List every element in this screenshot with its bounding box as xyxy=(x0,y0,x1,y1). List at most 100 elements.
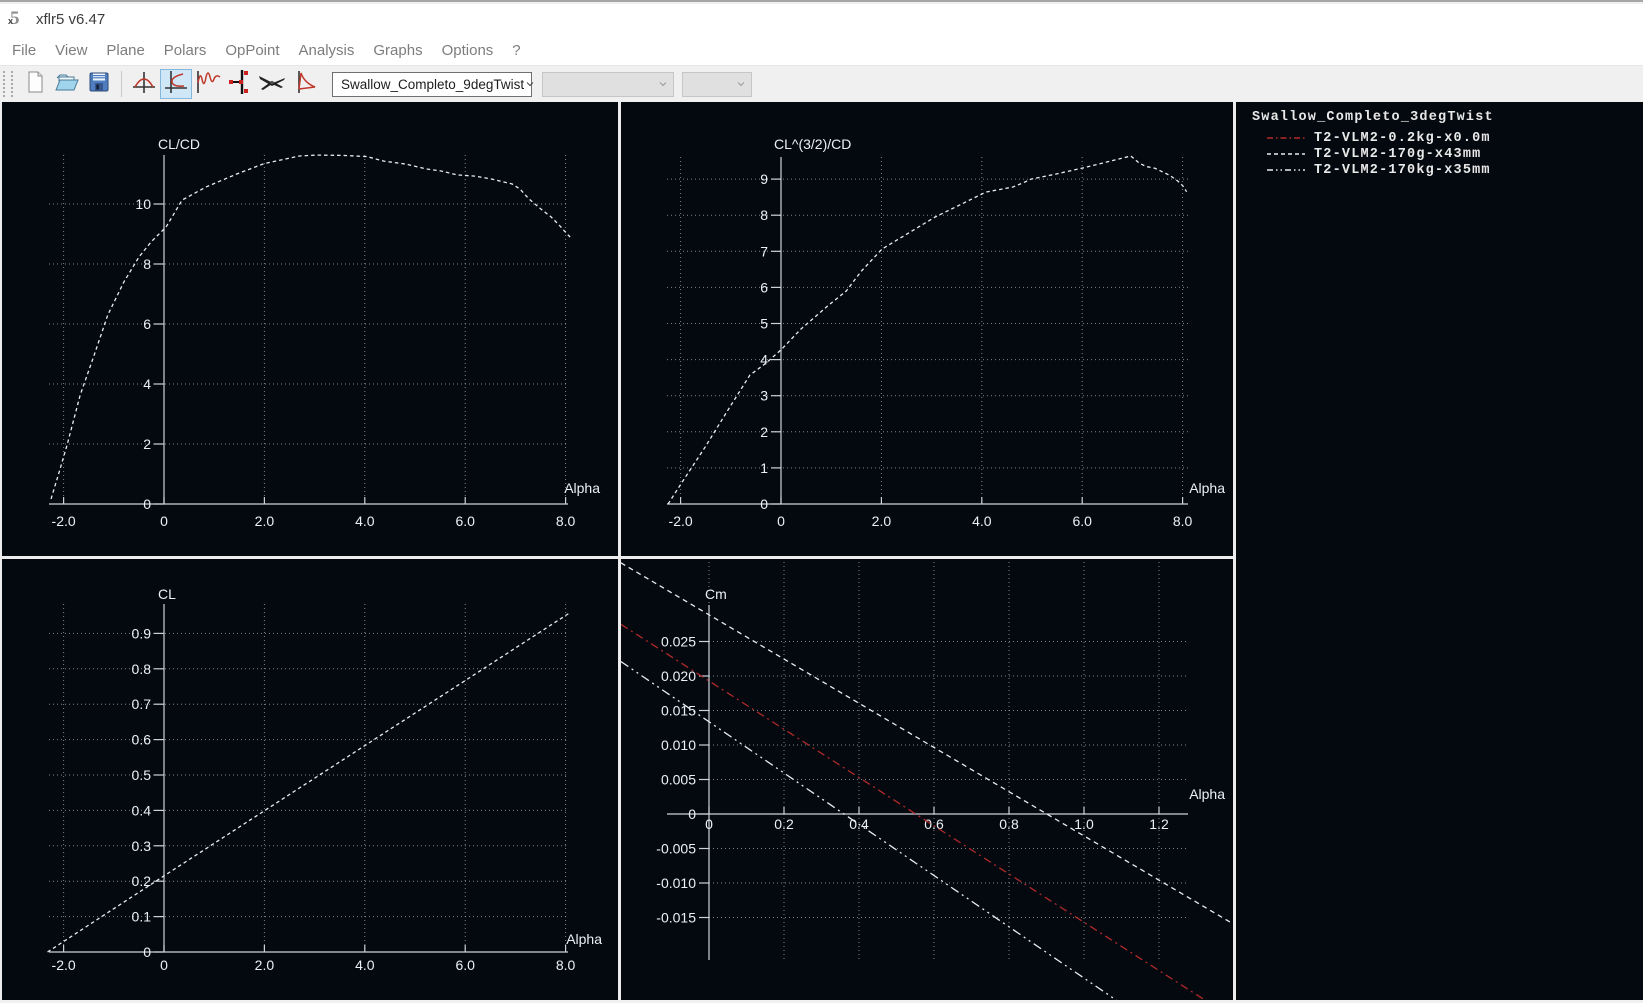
svg-text:-0.005: -0.005 xyxy=(656,841,696,857)
svg-text:-2.0: -2.0 xyxy=(669,513,693,529)
svg-text:Alpha: Alpha xyxy=(1189,480,1225,496)
toolbar: Swallow_Completo_9degTwist xyxy=(0,65,1643,102)
cl-vs-alpha-graph[interactable]: -2.002.04.06.08.000.10.20.30.40.50.60.70… xyxy=(2,559,618,1002)
svg-text:-2.0: -2.0 xyxy=(52,957,76,973)
window-title: xflr5 v6.47 xyxy=(36,11,105,28)
svg-text:6: 6 xyxy=(760,279,768,295)
menu-file[interactable]: File xyxy=(12,42,36,59)
legend-entry-label: T2-VLM2-170g-x43mm xyxy=(1314,147,1481,162)
chevron-down-icon xyxy=(735,78,747,90)
new-file-button[interactable] xyxy=(19,69,51,99)
clcd-vs-alpha-graph[interactable]: -2.002.04.06.08.00246810CL/CDAlpha xyxy=(2,102,618,556)
menu-analysis[interactable]: Analysis xyxy=(299,42,355,59)
pressure-button[interactable] xyxy=(288,69,320,99)
polar-graphs-area: -2.002.04.06.08.00246810CL/CDAlpha -2.00… xyxy=(0,102,1643,1002)
svg-text:0.8: 0.8 xyxy=(999,816,1019,832)
svg-text:8.0: 8.0 xyxy=(556,957,576,973)
menu-help[interactable]: ? xyxy=(512,42,520,59)
svg-text:0.010: 0.010 xyxy=(661,737,696,753)
svg-text:Alpha: Alpha xyxy=(564,480,600,496)
svg-text:0: 0 xyxy=(760,496,768,512)
open-button[interactable] xyxy=(51,69,83,99)
menu-polars[interactable]: Polars xyxy=(164,42,207,59)
menu-oppoint[interactable]: OpPoint xyxy=(225,42,279,59)
svg-text:0.2: 0.2 xyxy=(774,816,794,832)
plane-select[interactable]: Swallow_Completo_9degTwist xyxy=(332,72,532,97)
svg-text:0: 0 xyxy=(160,957,168,973)
svg-text:0.9: 0.9 xyxy=(132,625,152,641)
svg-text:-0.010: -0.010 xyxy=(656,875,696,891)
svg-text:4.0: 4.0 xyxy=(355,957,375,973)
menu-graphs[interactable]: Graphs xyxy=(373,42,422,59)
svg-text:2.0: 2.0 xyxy=(872,513,892,529)
svg-text:-2.0: -2.0 xyxy=(52,513,76,529)
svg-text:1: 1 xyxy=(760,460,768,476)
svg-text:6: 6 xyxy=(143,316,151,332)
svg-text:0.015: 0.015 xyxy=(661,703,696,719)
svg-text:0: 0 xyxy=(777,513,785,529)
cl32cd-vs-alpha-graph[interactable]: -2.002.04.06.08.00123456789CL^(3/2)/CDAl… xyxy=(621,102,1233,556)
svg-text:2.0: 2.0 xyxy=(255,513,275,529)
oscillation-icon xyxy=(194,69,222,100)
svg-text:6.0: 6.0 xyxy=(455,513,475,529)
vertical-splitter[interactable] xyxy=(618,102,621,1002)
svg-text:0.025: 0.025 xyxy=(661,634,696,650)
svg-text:0.1: 0.1 xyxy=(132,909,152,925)
svg-text:0.8: 0.8 xyxy=(132,661,152,677)
svg-text:1.2: 1.2 xyxy=(1149,816,1169,832)
svg-text:0.3: 0.3 xyxy=(132,838,152,854)
svg-text:Cm: Cm xyxy=(705,586,727,602)
horizontal-splitter[interactable] xyxy=(2,556,1233,559)
polar-select[interactable] xyxy=(542,72,674,97)
oscillation-button[interactable] xyxy=(192,69,224,99)
legend-entry: T2-VLM2-170g-x43mm xyxy=(1266,146,1481,162)
toolbar-separator xyxy=(121,71,122,97)
open-folder-icon xyxy=(54,70,80,99)
svg-text:CL/CD: CL/CD xyxy=(158,136,200,152)
svg-text:4.0: 4.0 xyxy=(355,513,375,529)
svg-text:2: 2 xyxy=(143,436,151,452)
foil-geometry-icon xyxy=(131,69,157,100)
svg-text:8: 8 xyxy=(143,256,151,272)
toolbar-grip[interactable] xyxy=(3,71,13,97)
legend-entry-label: T2-VLM2-0.2kg-x0.0m xyxy=(1314,131,1491,146)
svg-text:-0.015: -0.015 xyxy=(656,910,696,926)
svg-text:1.0: 1.0 xyxy=(1074,816,1094,832)
save-icon xyxy=(87,70,111,99)
chevron-down-icon xyxy=(524,78,536,90)
oppoint-select[interactable] xyxy=(682,72,752,97)
polar-view-button[interactable] xyxy=(160,69,192,99)
svg-text:0.020: 0.020 xyxy=(661,668,696,684)
svg-text:6.0: 6.0 xyxy=(455,957,475,973)
cm-vs-alpha-graph[interactable]: 00.20.40.60.81.01.20.0250.0200.0150.0100… xyxy=(621,559,1233,1002)
svg-text:0: 0 xyxy=(160,513,168,529)
menu-options[interactable]: Options xyxy=(442,42,494,59)
svg-text:3: 3 xyxy=(760,388,768,404)
menu-plane[interactable]: Plane xyxy=(106,42,144,59)
titlebar: 5x xflr5 v6.47 xyxy=(0,4,1643,35)
svg-text:4.0: 4.0 xyxy=(972,513,992,529)
svg-text:4: 4 xyxy=(143,376,151,392)
menu-view[interactable]: View xyxy=(55,42,87,59)
legend-entry-label: T2-VLM2-170kg-x35mm xyxy=(1314,163,1491,178)
svg-text:0.5: 0.5 xyxy=(132,767,152,783)
svg-text:8.0: 8.0 xyxy=(556,513,576,529)
app-window: 5x xflr5 v6.47 File View Plane Polars Op… xyxy=(0,0,1643,1003)
svg-text:Alpha: Alpha xyxy=(1189,786,1225,802)
xflr5-logo-icon: 5x xyxy=(10,9,30,29)
svg-text:0.6: 0.6 xyxy=(132,732,152,748)
svg-text:2: 2 xyxy=(760,424,768,440)
foil-design-button[interactable] xyxy=(128,69,160,99)
svg-text:7: 7 xyxy=(760,243,768,259)
save-button[interactable] xyxy=(83,69,115,99)
svg-text:0: 0 xyxy=(688,806,696,822)
svg-text:9: 9 xyxy=(760,171,768,187)
stability-button[interactable] xyxy=(224,69,256,99)
svg-text:2.0: 2.0 xyxy=(255,957,275,973)
svg-text:CL: CL xyxy=(158,586,176,602)
legend-title: Swallow_Completo_3degTwist xyxy=(1252,110,1494,125)
svg-text:0.4: 0.4 xyxy=(132,802,152,818)
svg-text:Alpha: Alpha xyxy=(566,931,602,947)
svg-text:6.0: 6.0 xyxy=(1072,513,1092,529)
plane-design-button[interactable] xyxy=(256,69,288,99)
